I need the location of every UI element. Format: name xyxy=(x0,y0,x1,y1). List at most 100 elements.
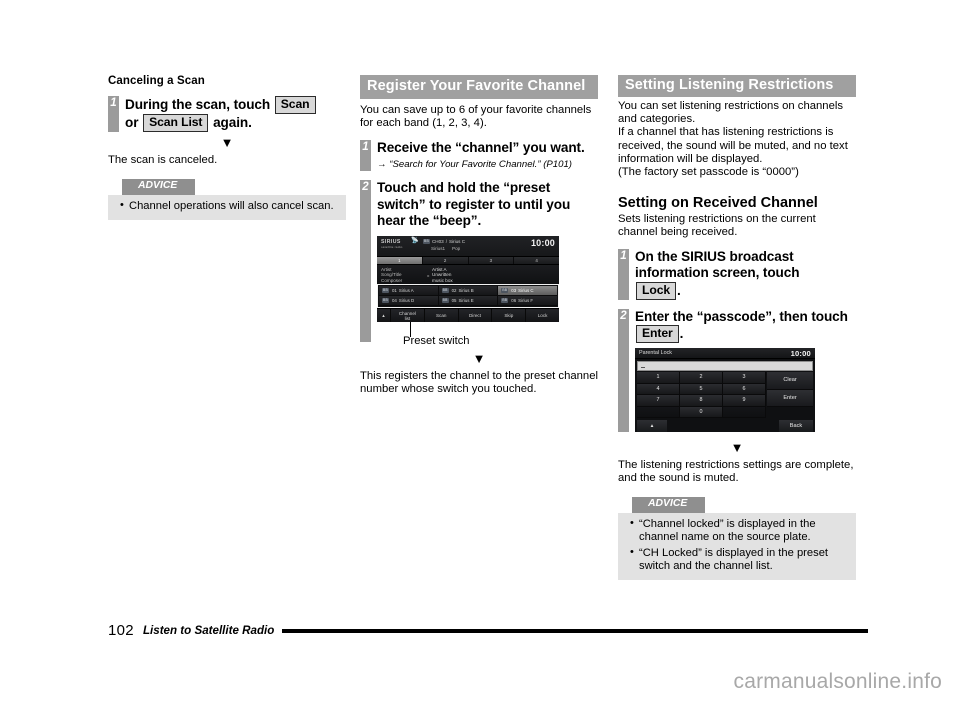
key-5[interactable]: 5 xyxy=(680,383,723,396)
footer-section-title: Listen to Satellite Radio xyxy=(142,624,275,637)
back-button[interactable]: Back xyxy=(779,419,813,432)
band-tab-1[interactable]: 1 xyxy=(377,256,423,264)
left-column: Canceling a Scan 1 During the scan, touc… xyxy=(108,75,346,220)
track-info-panel: Artist Song/Title Composer ▸ Artist A Un… xyxy=(377,264,559,284)
preset-switch-4[interactable]: BB 04 Sirius D xyxy=(379,295,439,306)
right-advice-box: ADVICE “Channel locked” is displayed in … xyxy=(618,493,856,580)
step-number: 1 xyxy=(362,140,369,153)
parental-lock-title: Parental Lock xyxy=(639,350,672,357)
skip-button[interactable]: Skip xyxy=(492,308,527,322)
band-tab-2[interactable]: 2 xyxy=(422,256,469,264)
preset-number: 04 xyxy=(391,297,397,303)
scroll-up-button[interactable]: ▴ xyxy=(377,308,391,322)
preset-name: Sirius C xyxy=(518,287,534,293)
channel-meta-right: Pop xyxy=(452,246,461,252)
lock-button[interactable]: Lock xyxy=(526,308,559,322)
keypad: 1 2 3 4 5 6 7 8 9 0 Clear Enter xyxy=(635,372,815,419)
lock-key[interactable]: Lock xyxy=(636,281,677,300)
preset-switch-callout: Preset switch xyxy=(377,321,598,347)
key-0[interactable]: 0 xyxy=(680,406,723,419)
step-number: 2 xyxy=(620,309,627,322)
channel-list-button[interactable]: Channel list xyxy=(391,308,425,322)
advice-item: Channel operations will also cancel scan… xyxy=(120,199,338,213)
flow-arrow: ▼ xyxy=(360,352,598,365)
preset-badge-icon: BB xyxy=(382,288,389,293)
left-step-1: 1 During the scan, touch Scan or Scan Li… xyxy=(108,96,346,132)
right-result-text: The listening restrictions settings are … xyxy=(618,458,854,484)
passcode-input[interactable] xyxy=(637,360,813,371)
step-text: On the SIRIUS broadcast information scre… xyxy=(635,249,856,300)
preset-switch-2[interactable]: BB 02 Sirius B xyxy=(438,285,499,296)
key-2[interactable]: 2 xyxy=(680,372,723,384)
key-4[interactable]: 4 xyxy=(637,383,680,396)
restrictions-intro-1: You can set listening restrictions on ch… xyxy=(618,100,844,126)
track-info-values: Artist A Unwritten music box xyxy=(432,267,453,284)
keypad-side-buttons: Clear Enter xyxy=(767,372,813,418)
preset-badge-icon: BB xyxy=(441,298,449,303)
step-period: . xyxy=(679,326,684,342)
step-cross-reference[interactable]: → “Search for Your Favorite Channel.” (P… xyxy=(377,159,598,171)
footer-rule xyxy=(282,628,868,633)
clock: 10:00 xyxy=(530,237,555,248)
channel-number: CH03 xyxy=(431,238,444,244)
key-6[interactable]: 6 xyxy=(723,383,766,396)
enter-key[interactable]: Enter xyxy=(636,325,679,344)
preset-name: Sirius B xyxy=(458,287,474,293)
direct-button[interactable]: Direct xyxy=(458,308,493,322)
preset-badge-icon: BB xyxy=(441,288,449,293)
step-text: Enter the “passcode”, then touch Enter. xyxy=(635,309,856,344)
advice-item: “CH Locked” is displayed in the preset s… xyxy=(630,546,848,574)
key-9[interactable]: 9 xyxy=(723,395,766,407)
sirius-broadcast-screen: SIRIUS satellite radio 📡 BB CH03 / Siriu… xyxy=(377,235,559,322)
preset-switch-3[interactable]: BB 03 Sirius C xyxy=(498,285,558,296)
flow-arrow: ▼ xyxy=(108,136,346,149)
key-7[interactable]: 7 xyxy=(637,395,680,407)
track-info-labels: Artist Song/Title Composer xyxy=(377,267,425,284)
step-text: Touch and hold the “preset switch” to re… xyxy=(377,180,571,229)
advice-content: “Channel locked” is displayed in the cha… xyxy=(618,513,856,580)
arrow-glyph-icon: ▼ xyxy=(220,135,234,150)
band-tab-4[interactable]: 4 xyxy=(514,256,559,264)
step-text-main: On the SIRIUS broadcast information scre… xyxy=(635,248,800,281)
restrictions-intro-3: (The factory set passcode is “0000”) xyxy=(618,166,799,179)
preset-name: Sirius E xyxy=(458,297,474,303)
info-arrow-icon: ▸ xyxy=(427,272,430,278)
step-bar xyxy=(360,180,371,342)
mid-step-2: 2 Touch and hold the “preset switch” to … xyxy=(360,180,598,347)
parental-lock-header: Parental Lock 10:00 xyxy=(635,348,815,360)
manual-page: Canceling a Scan 1 During the scan, touc… xyxy=(0,0,960,708)
info-value-composer: music box xyxy=(432,278,453,283)
scan-list-key[interactable]: Scan List xyxy=(143,114,209,132)
number-keys: 1 2 3 4 5 6 7 8 9 0 xyxy=(637,372,766,419)
channel-meta-left: Sirius1 xyxy=(431,246,446,252)
sirius-logo-text: SIRIUS xyxy=(381,238,401,245)
enter-button[interactable]: Enter xyxy=(767,389,813,408)
arrow-glyph-icon: ▼ xyxy=(472,350,486,366)
right-subheading-intro: Sets listening restrictions on the curre… xyxy=(618,213,816,239)
left-subheading: Canceling a Scan xyxy=(108,75,205,87)
key-blank-right xyxy=(723,406,766,419)
preset-switch-1[interactable]: BB 01 Sirius A xyxy=(379,285,439,296)
step-text: Receive the “channel” you want. xyxy=(377,139,585,155)
satellite-dish-icon: 📡 xyxy=(411,237,419,244)
preset-badge-icon: BB xyxy=(501,298,509,303)
key-8[interactable]: 8 xyxy=(680,395,723,407)
scan-key[interactable]: Scan xyxy=(274,96,316,114)
preset-switch-6[interactable]: BB 06 Sirius F xyxy=(498,295,558,306)
caret-up-icon: ▴ xyxy=(382,312,385,319)
preset-switch-5[interactable]: BB 05 Sirius E xyxy=(438,295,499,306)
footer-spacer xyxy=(667,420,779,432)
band-tab-3[interactable]: 3 xyxy=(468,256,515,264)
preset-number: 02 xyxy=(451,287,457,293)
step-text: During the scan, touch Scan or Scan List… xyxy=(125,96,346,132)
scan-button[interactable]: Scan xyxy=(424,308,459,322)
channel-badge-icon: BB xyxy=(423,239,430,244)
sirius-logo: SIRIUS satellite radio 📡 xyxy=(377,236,421,251)
page-number: 102 xyxy=(108,622,134,639)
clear-button[interactable]: Clear xyxy=(767,372,813,390)
right-step-1: 1 On the SIRIUS broadcast information sc… xyxy=(618,248,856,300)
scroll-up-button[interactable]: ▴ xyxy=(637,419,667,432)
key-1[interactable]: 1 xyxy=(637,372,680,384)
key-3[interactable]: 3 xyxy=(723,372,766,384)
preset-number: 01 xyxy=(391,287,397,293)
